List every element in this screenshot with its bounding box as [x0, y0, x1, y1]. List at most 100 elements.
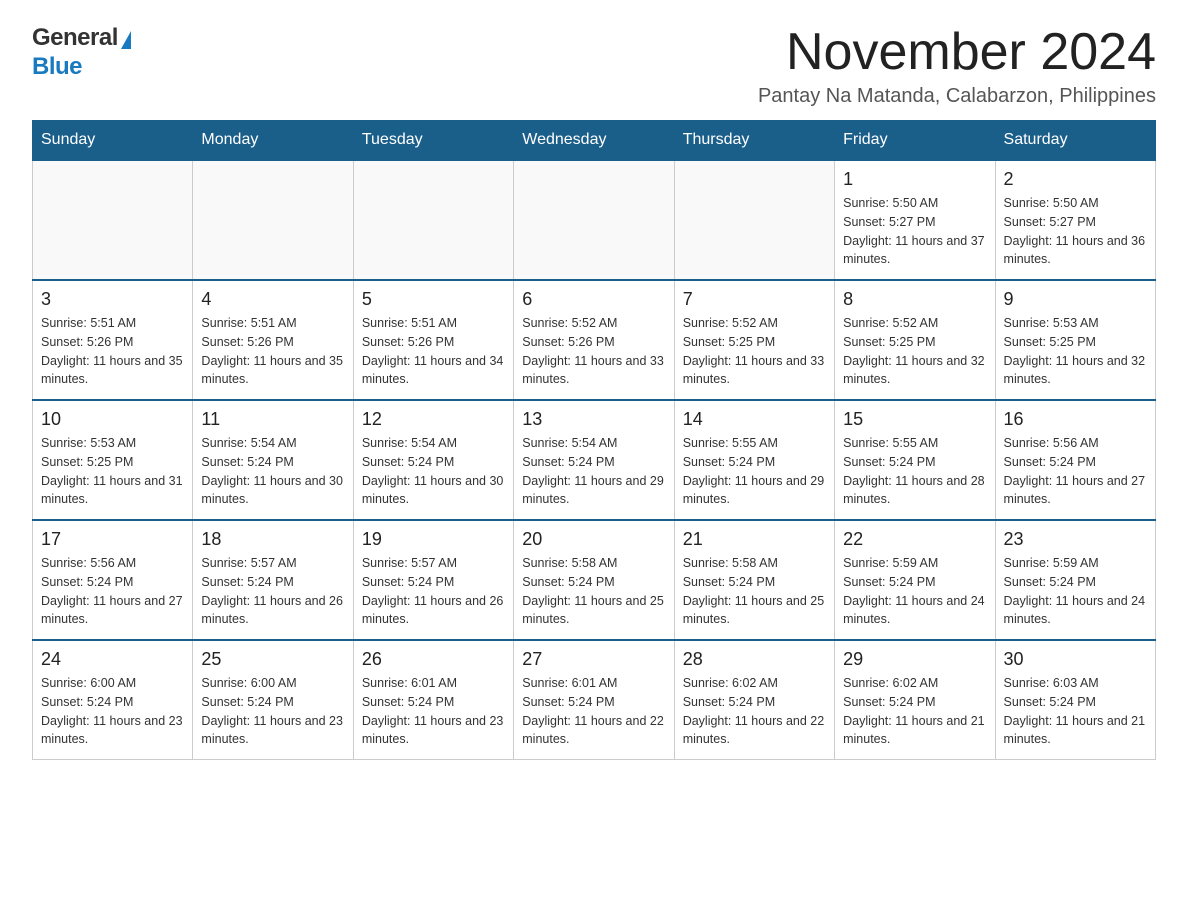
- header-monday: Monday: [193, 121, 353, 161]
- calendar-cell: [353, 160, 513, 280]
- day-number: 9: [1004, 289, 1147, 310]
- day-info: Sunrise: 5:53 AMSunset: 5:25 PMDaylight:…: [1004, 314, 1147, 389]
- calendar-cell: 26 Sunrise: 6:01 AMSunset: 5:24 PMDayligh…: [353, 640, 513, 760]
- day-info: Sunrise: 6:02 AMSunset: 5:24 PMDaylight:…: [683, 674, 826, 749]
- day-info: Sunrise: 5:56 AMSunset: 5:24 PMDaylight:…: [41, 554, 184, 629]
- calendar-week-row: 3 Sunrise: 5:51 AMSunset: 5:26 PMDaylight…: [33, 280, 1156, 400]
- logo: General Blue: [32, 24, 131, 82]
- day-info: Sunrise: 5:59 AMSunset: 5:24 PMDaylight:…: [843, 554, 986, 629]
- day-number: 11: [201, 409, 344, 430]
- day-number: 23: [1004, 529, 1147, 550]
- title-block: November 2024 Pantay Na Matanda, Calabar…: [758, 24, 1156, 108]
- calendar-cell: 21Sunrise: 5:58 AMSunset: 5:24 PMDayligh…: [674, 520, 834, 640]
- calendar-cell: 9 Sunrise: 5:53 AMSunset: 5:25 PMDaylight…: [995, 280, 1155, 400]
- day-number: 14: [683, 409, 826, 430]
- day-number: 20: [522, 529, 665, 550]
- day-number: 19: [362, 529, 505, 550]
- day-info: Sunrise: 5:57 AMSunset: 5:24 PMDaylight:…: [201, 554, 344, 629]
- day-info: Sunrise: 5:51 AMSunset: 5:26 PMDaylight:…: [362, 314, 505, 389]
- header-thursday: Thursday: [674, 121, 834, 161]
- calendar-cell: [33, 160, 193, 280]
- calendar-cell: 23 Sunrise: 5:59 AMSunset: 5:24 PMDayligh…: [995, 520, 1155, 640]
- header-friday: Friday: [835, 121, 995, 161]
- day-info: Sunrise: 6:00 AMSunset: 5:24 PMDaylight:…: [201, 674, 344, 749]
- day-number: 1: [843, 169, 986, 190]
- day-number: 7: [683, 289, 826, 310]
- day-info: Sunrise: 5:58 AMSunset: 5:24 PMDaylight:…: [683, 554, 826, 629]
- calendar-cell: 1 Sunrise: 5:50 AMSunset: 5:27 PMDaylight…: [835, 160, 995, 280]
- day-number: 3: [41, 289, 184, 310]
- calendar-cell: 30 Sunrise: 6:03 AMSunset: 5:24 PMDayligh…: [995, 640, 1155, 760]
- day-info: Sunrise: 5:50 AMSunset: 5:27 PMDaylight:…: [1004, 194, 1147, 269]
- calendar-cell: 7 Sunrise: 5:52 AMSunset: 5:25 PMDaylight…: [674, 280, 834, 400]
- calendar-header-row: Sunday Monday Tuesday Wednesday Thursday…: [33, 121, 1156, 161]
- day-info: Sunrise: 5:52 AMSunset: 5:25 PMDaylight:…: [683, 314, 826, 389]
- day-info: Sunrise: 5:50 AMSunset: 5:27 PMDaylight:…: [843, 194, 986, 269]
- calendar-week-row: 24 Sunrise: 6:00 AMSunset: 5:24 PMDayligh…: [33, 640, 1156, 760]
- day-info: Sunrise: 5:54 AMSunset: 5:24 PMDaylight:…: [201, 434, 344, 509]
- day-info: Sunrise: 6:03 AMSunset: 5:24 PMDaylight:…: [1004, 674, 1147, 749]
- calendar-cell: 29Sunrise: 6:02 AMSunset: 5:24 PMDayligh…: [835, 640, 995, 760]
- day-info: Sunrise: 6:01 AMSunset: 5:24 PMDaylight:…: [362, 674, 505, 749]
- day-info: Sunrise: 5:52 AMSunset: 5:26 PMDaylight:…: [522, 314, 665, 389]
- calendar-cell: [193, 160, 353, 280]
- calendar-cell: [674, 160, 834, 280]
- day-number: 26: [362, 649, 505, 670]
- day-number: 10: [41, 409, 184, 430]
- day-number: 5: [362, 289, 505, 310]
- day-info: Sunrise: 5:54 AMSunset: 5:24 PMDaylight:…: [522, 434, 665, 509]
- day-info: Sunrise: 5:58 AMSunset: 5:24 PMDaylight:…: [522, 554, 665, 629]
- header-sunday: Sunday: [33, 121, 193, 161]
- day-info: Sunrise: 5:55 AMSunset: 5:24 PMDaylight:…: [683, 434, 826, 509]
- day-number: 28: [683, 649, 826, 670]
- header-tuesday: Tuesday: [353, 121, 513, 161]
- calendar-week-row: 10 Sunrise: 5:53 AMSunset: 5:25 PMDayligh…: [33, 400, 1156, 520]
- logo-general-text: General: [32, 24, 118, 53]
- location-subtitle: Pantay Na Matanda, Calabarzon, Philippin…: [758, 85, 1156, 108]
- calendar-cell: 13Sunrise: 5:54 AMSunset: 5:24 PMDayligh…: [514, 400, 674, 520]
- day-number: 2: [1004, 169, 1147, 190]
- day-number: 30: [1004, 649, 1147, 670]
- month-year-title: November 2024: [758, 24, 1156, 81]
- calendar-cell: 27Sunrise: 6:01 AMSunset: 5:24 PMDayligh…: [514, 640, 674, 760]
- calendar-cell: 25 Sunrise: 6:00 AMSunset: 5:24 PMDayligh…: [193, 640, 353, 760]
- calendar-cell: 2 Sunrise: 5:50 AMSunset: 5:27 PMDaylight…: [995, 160, 1155, 280]
- calendar-cell: 14 Sunrise: 5:55 AMSunset: 5:24 PMDayligh…: [674, 400, 834, 520]
- calendar-cell: 16 Sunrise: 5:56 AMSunset: 5:24 PMDayligh…: [995, 400, 1155, 520]
- calendar-week-row: 1 Sunrise: 5:50 AMSunset: 5:27 PMDaylight…: [33, 160, 1156, 280]
- calendar-cell: 12 Sunrise: 5:54 AMSunset: 5:24 PMDayligh…: [353, 400, 513, 520]
- calendar-cell: 22 Sunrise: 5:59 AMSunset: 5:24 PMDayligh…: [835, 520, 995, 640]
- calendar-cell: 20 Sunrise: 5:58 AMSunset: 5:24 PMDayligh…: [514, 520, 674, 640]
- day-number: 12: [362, 409, 505, 430]
- day-info: Sunrise: 6:02 AMSunset: 5:24 PMDaylight:…: [843, 674, 986, 749]
- calendar-cell: 8Sunrise: 5:52 AMSunset: 5:25 PMDaylight…: [835, 280, 995, 400]
- calendar-cell: 24 Sunrise: 6:00 AMSunset: 5:24 PMDayligh…: [33, 640, 193, 760]
- calendar-cell: 19Sunrise: 5:57 AMSunset: 5:24 PMDayligh…: [353, 520, 513, 640]
- day-number: 16: [1004, 409, 1147, 430]
- day-info: Sunrise: 5:59 AMSunset: 5:24 PMDaylight:…: [1004, 554, 1147, 629]
- day-info: Sunrise: 5:51 AMSunset: 5:26 PMDaylight:…: [41, 314, 184, 389]
- calendar-cell: 17 Sunrise: 5:56 AMSunset: 5:24 PMDayligh…: [33, 520, 193, 640]
- calendar-cell: 5 Sunrise: 5:51 AMSunset: 5:26 PMDaylight…: [353, 280, 513, 400]
- calendar-cell: 4Sunrise: 5:51 AMSunset: 5:26 PMDaylight…: [193, 280, 353, 400]
- calendar-cell: 15Sunrise: 5:55 AMSunset: 5:24 PMDayligh…: [835, 400, 995, 520]
- calendar-cell: 10 Sunrise: 5:53 AMSunset: 5:25 PMDayligh…: [33, 400, 193, 520]
- page-header: General Blue November 2024 Pantay Na Mat…: [32, 24, 1156, 108]
- day-number: 17: [41, 529, 184, 550]
- day-info: Sunrise: 6:00 AMSunset: 5:24 PMDaylight:…: [41, 674, 184, 749]
- header-wednesday: Wednesday: [514, 121, 674, 161]
- day-info: Sunrise: 5:54 AMSunset: 5:24 PMDaylight:…: [362, 434, 505, 509]
- day-info: Sunrise: 5:55 AMSunset: 5:24 PMDaylight:…: [843, 434, 986, 509]
- day-info: Sunrise: 5:53 AMSunset: 5:25 PMDaylight:…: [41, 434, 184, 509]
- calendar-week-row: 17 Sunrise: 5:56 AMSunset: 5:24 PMDayligh…: [33, 520, 1156, 640]
- calendar-table: Sunday Monday Tuesday Wednesday Thursday…: [32, 120, 1156, 760]
- calendar-cell: 18Sunrise: 5:57 AMSunset: 5:24 PMDayligh…: [193, 520, 353, 640]
- logo-triangle-icon: [121, 31, 131, 49]
- day-info: Sunrise: 5:51 AMSunset: 5:26 PMDaylight:…: [201, 314, 344, 389]
- day-info: Sunrise: 5:56 AMSunset: 5:24 PMDaylight:…: [1004, 434, 1147, 509]
- day-number: 25: [201, 649, 344, 670]
- calendar-cell: 6 Sunrise: 5:52 AMSunset: 5:26 PMDaylight…: [514, 280, 674, 400]
- day-number: 6: [522, 289, 665, 310]
- day-number: 24: [41, 649, 184, 670]
- day-number: 22: [843, 529, 986, 550]
